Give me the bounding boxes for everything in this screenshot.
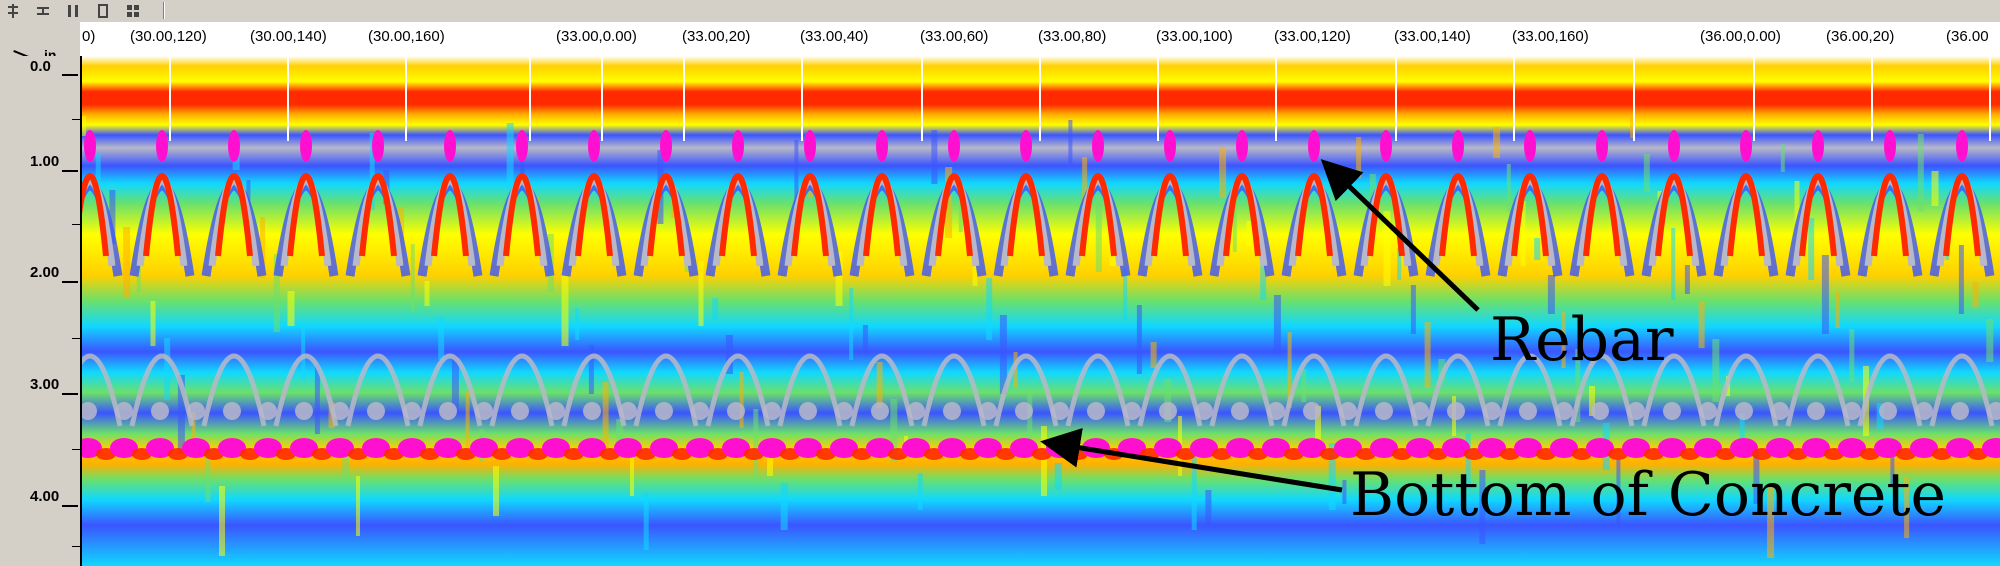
annotation-arrows — [1040, 159, 1480, 493]
rebar-arrow — [1320, 159, 1480, 312]
concrete-arrow — [1040, 428, 1343, 493]
